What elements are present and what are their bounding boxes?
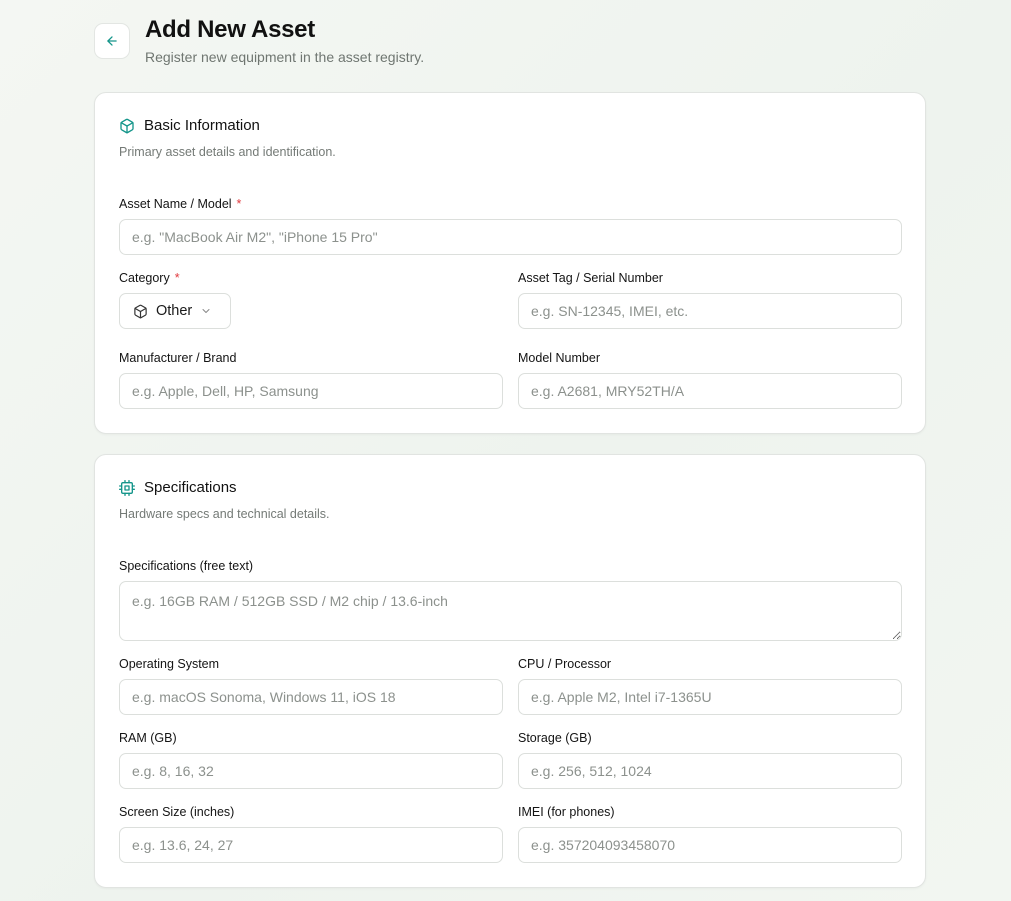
os-label: Operating System (119, 657, 220, 671)
cpu-icon (119, 479, 135, 496)
ram-input[interactable] (119, 753, 503, 789)
imei-input[interactable] (518, 827, 902, 863)
asset-name-label: Asset Name / Model * (119, 197, 242, 211)
box-icon (120, 118, 134, 133)
storage-input[interactable] (518, 753, 902, 789)
page-title: Add New Asset (145, 16, 315, 43)
model-number-input[interactable] (518, 373, 902, 409)
specs-textarea[interactable] (119, 581, 902, 641)
storage-label: Storage (GB) (518, 731, 592, 745)
page-subtitle: Register new equipment in the asset regi… (145, 49, 425, 65)
asset-name-input[interactable] (119, 219, 902, 255)
screen-size-label: Screen Size (inches) (119, 805, 235, 819)
chevron-down-icon (202, 309, 210, 313)
asset-tag-label: Asset Tag / Serial Number (518, 271, 663, 285)
specifications-description: Hardware specs and technical details. (119, 507, 330, 521)
cpu-input[interactable] (518, 679, 902, 715)
required-mark: * (236, 197, 242, 211)
cpu-label: CPU / Processor (518, 657, 612, 671)
category-value: Other (156, 303, 193, 319)
specifications-title: Specifications (144, 479, 237, 496)
specs-text-label: Specifications (free text) (119, 559, 254, 573)
basic-information-card: Basic Information Primary asset details … (94, 92, 926, 434)
basic-information-description: Primary asset details and identification… (119, 145, 336, 159)
ram-label: RAM (GB) (119, 731, 177, 745)
arrow-left-icon (107, 36, 117, 46)
asset-tag-input[interactable] (518, 293, 902, 329)
required-mark: * (174, 271, 180, 285)
manufacturer-label: Manufacturer / Brand (119, 351, 237, 365)
back-button[interactable] (94, 23, 130, 59)
model-number-label: Model Number (518, 351, 600, 365)
box-icon (134, 304, 147, 318)
imei-label: IMEI (for phones) (518, 805, 615, 819)
manufacturer-input[interactable] (119, 373, 503, 409)
screen-size-input[interactable] (119, 827, 503, 863)
basic-information-header: Basic Information (119, 117, 260, 134)
specifications-card: Specifications Hardware specs and techni… (94, 454, 926, 888)
os-input[interactable] (119, 679, 503, 715)
category-select[interactable]: Other (119, 293, 231, 329)
specifications-header: Specifications (119, 479, 237, 496)
category-label: Category * (119, 271, 180, 285)
basic-information-title: Basic Information (144, 117, 260, 134)
